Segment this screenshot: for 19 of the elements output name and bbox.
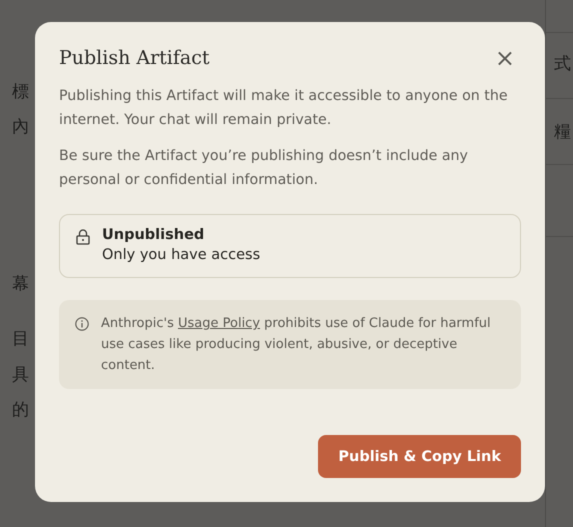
background-text: 的 <box>12 399 29 421</box>
dialog-title: Publish Artifact <box>59 47 210 69</box>
status-detail: Only you have access <box>102 247 260 263</box>
background-text: 式 <box>554 53 571 75</box>
description-text: Publishing this Artifact will make it accessible to anyone on the internet. Your chat will remain private. <box>59 87 509 130</box>
background-text: 具 <box>12 364 29 386</box>
background-text: 目 <box>12 328 29 350</box>
description-text: Be sure the Artifact you’re publishing doesn’t include any personal or confidential information. <box>59 147 469 190</box>
usage-policy-link[interactable]: Usage Policy <box>178 316 260 331</box>
info-icon <box>75 317 89 331</box>
close-button[interactable]: × <box>488 46 521 70</box>
background-text: 內 <box>12 116 29 138</box>
status-title: Unpublished <box>102 227 206 243</box>
policy-text: Anthropic's Usage Policy prohibits use of Claude for harmful use cases like producing violent, abusive, or deceptive content. <box>101 315 492 375</box>
background-text: 糧 <box>554 121 571 143</box>
publish-button[interactable]: Publish & Copy Link <box>318 435 521 478</box>
background-text: 幕 <box>12 273 29 295</box>
background-text: 標 <box>12 81 29 103</box>
lock-icon <box>76 229 90 245</box>
